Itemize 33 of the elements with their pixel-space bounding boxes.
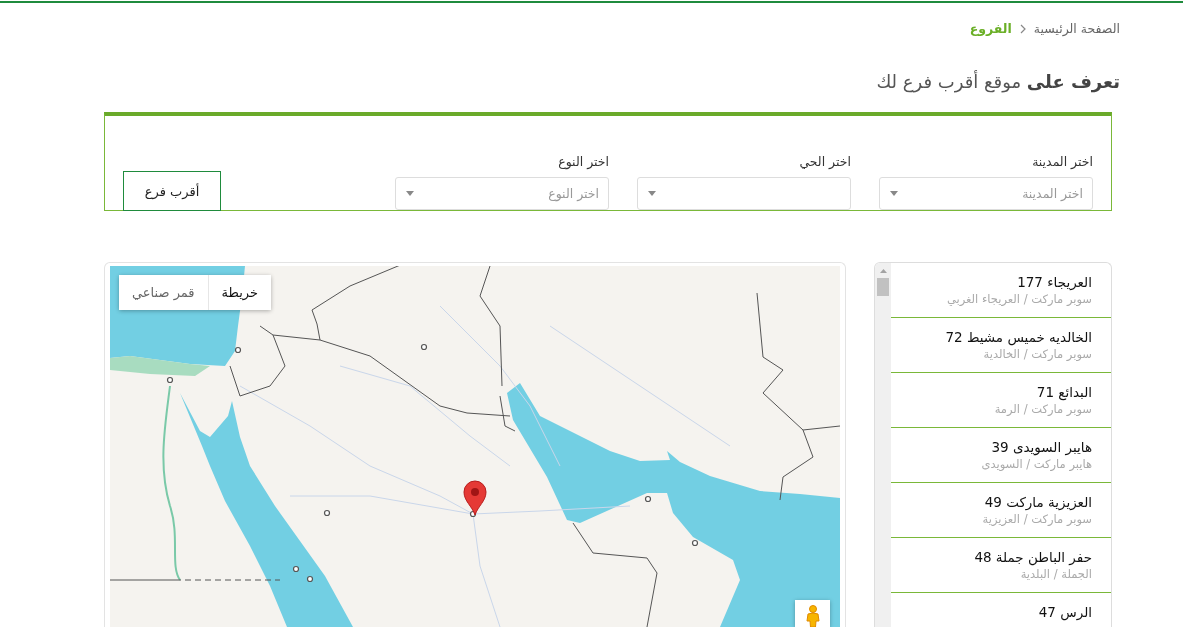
branch-name: الرس 47 — [1038, 603, 1092, 621]
branch-detail: سوبر ماركت / الخالدية — [983, 346, 1092, 362]
branch-detail: الجملة / البلدية — [1020, 566, 1092, 582]
caret-icon — [890, 191, 898, 196]
field-label: اختر النوع — [558, 153, 609, 171]
branch-name: الخالديه خميس مشيط 72 — [945, 328, 1092, 346]
breadcrumb-current: الفروع — [969, 21, 1012, 37]
map-pin-icon[interactable] — [463, 480, 487, 516]
scrollbar-thumb[interactable] — [877, 278, 889, 296]
nearest-branch-button[interactable]: أقرب فرع — [123, 171, 221, 211]
chevron-icon — [1019, 24, 1026, 34]
field-label: اختر الحي — [799, 153, 851, 171]
branch-name: العريجاء 177 — [1017, 273, 1092, 291]
branch-name: حفر الباطن جملة 48 — [974, 548, 1092, 566]
branch-detail: سوبر ماركت / الرمة — [994, 401, 1092, 417]
caret-icon — [406, 191, 414, 196]
branch-detail: سوبر ماركت / العزيزية — [982, 511, 1092, 527]
caret-icon — [648, 191, 656, 196]
map-type-button[interactable]: خريطة — [208, 275, 272, 310]
branch-name: البدائع 71 — [1036, 383, 1092, 401]
breadcrumb-link[interactable]: الصفحة الرئيسية — [1033, 21, 1120, 37]
branch-name: هايبر السويدى 39 — [991, 438, 1092, 456]
dropdown-field[interactable] — [637, 177, 851, 210]
person-icon — [804, 605, 821, 627]
scroll-up-arrow-icon[interactable] — [879, 269, 887, 273]
field-label: اختر المدينة — [1032, 153, 1093, 171]
branch-detail: هايبر ماركت / السويدى — [981, 456, 1092, 472]
branch-name: العزيزية ماركت 49 — [984, 493, 1092, 511]
branch-detail: سوبر ماركت / العريجاء الغربي — [946, 291, 1092, 307]
scrollbar[interactable] — [875, 263, 891, 627]
map-type-button[interactable]: قمر صناعي — [119, 275, 209, 310]
street-view-button[interactable] — [795, 600, 830, 627]
page-heading: تعرف على موقع أقرب فرع لك — [875, 70, 1120, 94]
